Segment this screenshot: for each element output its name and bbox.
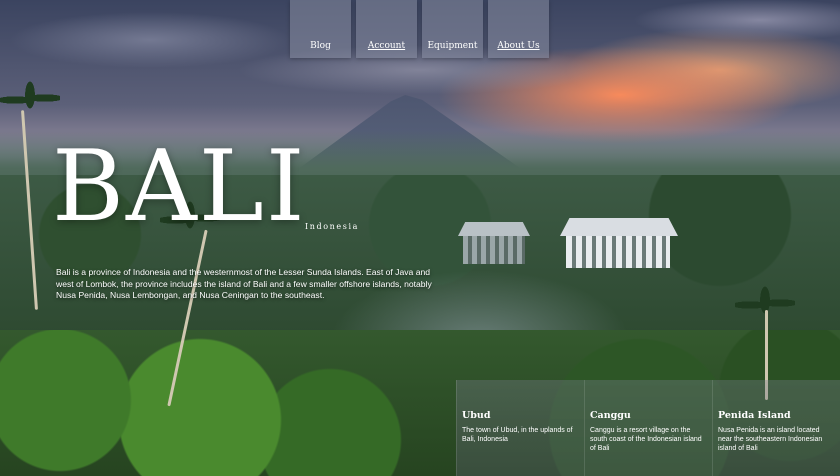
palm-tree-left [0,80,60,380]
card-title: Canggu [590,410,631,421]
nav-account[interactable]: Account [356,0,417,58]
top-nav: Blog Account Equipment About Us [290,0,549,58]
destination-cards: Ubud The town of Ubud, in the uplands of… [456,380,840,476]
card-text: Nusa Penida is an island located near th… [718,427,823,452]
card-penida-island[interactable]: Penida Island Nusa Penida is an island l… [712,380,840,476]
card-canggu[interactable]: Canggu Canggu is a resort village on the… [584,380,712,476]
nav-about-us[interactable]: About Us [488,0,549,58]
nav-account-label[interactable]: Account [368,41,405,51]
nav-equipment-label[interactable]: Equipment [427,41,477,51]
card-text: The town of Ubud, in the uplands of Bali… [462,427,573,443]
distant-villa [458,222,530,264]
hero-title: BALI [52,130,307,244]
hero-subtitle: Indonesia [305,222,359,231]
nav-blog[interactable]: Blog [290,0,351,58]
card-ubud[interactable]: Ubud The town of Ubud, in the uplands of… [456,380,584,476]
card-title: Ubud [462,410,491,421]
hero-description: Bali is a province of Indonesia and the … [56,267,432,300]
villa [560,218,678,270]
nav-blog-label[interactable]: Blog [310,41,331,51]
card-title: Penida Island [718,410,791,421]
nav-equipment[interactable]: Equipment [422,0,483,58]
card-text: Canggu is a resort village on the south … [590,427,702,452]
nav-about-us-label[interactable]: About Us [497,41,539,51]
